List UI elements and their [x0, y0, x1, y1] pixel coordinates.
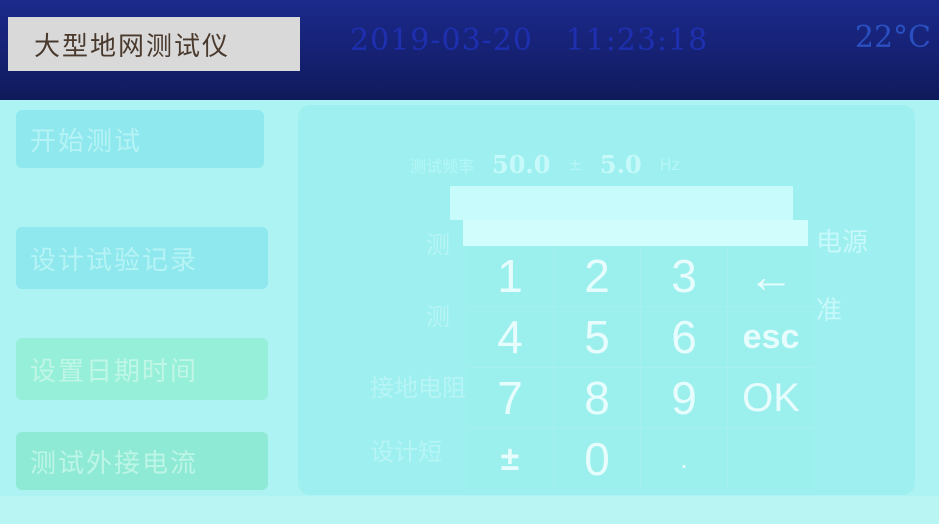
right-label-2: 准 — [816, 296, 843, 326]
ok-key[interactable]: OK — [728, 368, 814, 428]
value-input-field[interactable] — [450, 186, 793, 220]
key-4[interactable]: 4 — [467, 307, 553, 367]
frequency-row: 测试频率 50.0 ± 5.0 Hz — [410, 150, 680, 179]
backspace-key[interactable]: ← — [728, 246, 814, 306]
key-0[interactable]: 0 — [554, 429, 640, 489]
date-text: 2019-03-20 — [350, 23, 533, 58]
frequency-label: 测试频率 — [410, 156, 475, 176]
temperature-display: 22°C — [854, 20, 931, 55]
power-label: 电源 — [816, 228, 869, 258]
row-label-1: 测 — [426, 231, 450, 259]
time-text: 11:23:18 — [565, 23, 709, 58]
frequency-delta: 5.0 — [599, 150, 642, 179]
header-bar: 大型地网测试仪 2019-03-20 11:23:18 22°C — [0, 0, 939, 100]
app-title: 大型地网测试仪 — [8, 17, 300, 71]
datetime-display: 2019-03-20 11:23:18 — [350, 23, 730, 58]
key-5[interactable]: 5 — [554, 307, 640, 367]
numeric-keypad: 1 2 3 ← 4 5 6 esc 7 8 9 OK ± 0 . — [467, 246, 814, 489]
row-label-2: 测 — [426, 303, 450, 331]
key-9[interactable]: 9 — [641, 368, 727, 428]
plusminus-key[interactable]: ± — [467, 429, 553, 489]
frequency-unit: Hz — [659, 155, 681, 174]
frequency-value: 50.0 — [492, 150, 551, 179]
row-label-4: 设计短 — [370, 438, 442, 466]
key-7[interactable]: 7 — [467, 368, 553, 428]
key-6[interactable]: 6 — [641, 307, 727, 367]
row-label-3: 接地电阻 — [370, 374, 466, 402]
decimal-key[interactable]: . — [641, 429, 727, 489]
external-current-button[interactable]: 测试外接电流 — [16, 432, 268, 490]
start-test-button[interactable]: 开始测试 — [16, 110, 264, 168]
keypad-entry-field[interactable] — [463, 220, 808, 246]
key-3[interactable]: 3 — [641, 246, 727, 306]
key-2[interactable]: 2 — [554, 246, 640, 306]
bottom-strip — [0, 496, 939, 524]
set-datetime-button[interactable]: 设置日期时间 — [16, 338, 268, 400]
esc-key[interactable]: esc — [728, 307, 814, 367]
empty-key — [728, 429, 814, 489]
key-8[interactable]: 8 — [554, 368, 640, 428]
key-1[interactable]: 1 — [467, 246, 553, 306]
design-record-button[interactable]: 设计试验记录 — [16, 227, 268, 289]
frequency-plusminus: ± — [568, 155, 582, 174]
